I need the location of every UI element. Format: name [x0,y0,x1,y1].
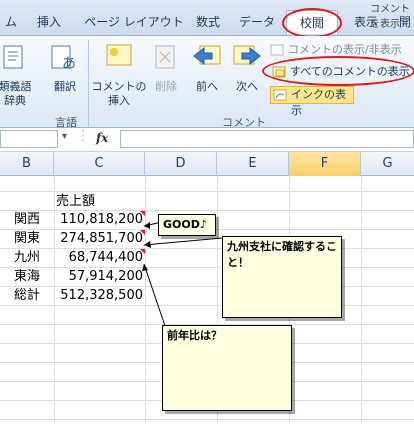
comment-indicator [140,211,145,216]
grid-line [0,305,414,306]
new-comment-button[interactable]: コメントの 挿入 [90,80,148,108]
grid-line [0,419,414,420]
comment-box[interactable]: 九州支社に確認すること！ [222,236,342,318]
cell-region-label[interactable]: 東海 [14,267,40,286]
next-comment-button[interactable]: 次へ [230,80,264,94]
translate-icon: あ [50,44,80,72]
comment-connector [143,263,166,327]
name-box-dropdown-icon[interactable]: ▾ [62,131,67,142]
cell-sales-value[interactable]: 274,851,700 [54,229,143,248]
translate-button[interactable]: 翻訳 [48,80,82,94]
show-hide-comment-icon [270,44,284,57]
delete-comment-icon [154,44,178,72]
cell-sales-value[interactable]: 110,818,200 [54,210,143,229]
show-ink-icon [273,89,287,102]
formula-input[interactable] [120,130,414,148]
comment-text: 九州支社に確認すること！ [227,240,337,269]
column-header-d[interactable]: D [145,152,217,176]
delete-comment-button[interactable]: 削除 [150,80,182,94]
formula-bar-splitter[interactable]: ⋮ [76,128,90,144]
previous-comment-button[interactable]: 前へ [190,80,224,94]
show-all-comments-highlight-ring [262,56,414,86]
column-header-b[interactable]: B [0,152,54,176]
cell-region-label[interactable]: 関東 [14,229,40,248]
tab-page-layout[interactable]: ページ レイアウト [82,10,186,34]
show-ink-button[interactable]: インクの表示 [270,86,354,117]
cell-region-label[interactable]: 総計 [14,286,40,305]
show-ink-label: インクの表示 [291,88,346,117]
comment-text: GOOD♪ [163,218,207,231]
previous-comment-icon [192,44,222,72]
cell-sales-value[interactable]: 68,744,400 [54,248,143,267]
column-header-c[interactable]: C [54,152,145,176]
tab-data[interactable]: データ [236,10,278,34]
tab-home[interactable]: ム [0,10,22,34]
comment-indicator [140,230,145,235]
cell-sales-value[interactable]: 57,914,200 [54,267,143,286]
insert-function-button[interactable]: fx [96,131,108,145]
name-box[interactable] [0,130,58,148]
comment-connector [143,237,223,246]
cell-region-label[interactable]: 関西 [14,210,40,229]
show-hide-comment-label: コメントの表示/非表示 [288,43,402,56]
comment-box[interactable]: GOOD♪ [158,214,216,236]
tab-insert[interactable]: 挿入 [28,10,70,34]
comment-text: 前年比は？ [167,329,222,342]
column-header-g[interactable]: G [361,152,414,176]
column-header-e[interactable]: E [217,152,289,176]
new-comment-icon [104,42,134,72]
cell-sales-value[interactable]: 512,328,500 [54,286,143,305]
cell-region-label[interactable]: 九州 [14,248,40,267]
group-separator [88,40,89,126]
column-header-f[interactable]: F [289,152,361,176]
grid-line [145,176,146,424]
tab-formulas[interactable]: 数式 [188,10,228,34]
window-title: コメントを表示 [370,4,410,30]
thesaurus-icon [2,44,26,70]
next-comment-icon [232,44,262,72]
comment-indicator [140,249,145,254]
svg-text:あ: あ [62,56,76,72]
grid-line [361,176,362,424]
review-tab-highlight-ring [282,8,342,38]
comment-box[interactable]: 前年比は？ [162,325,292,411]
thesaurus-button[interactable]: 類義語 辞典 [0,80,34,108]
cell-c-header[interactable]: 売上額 [56,192,95,211]
